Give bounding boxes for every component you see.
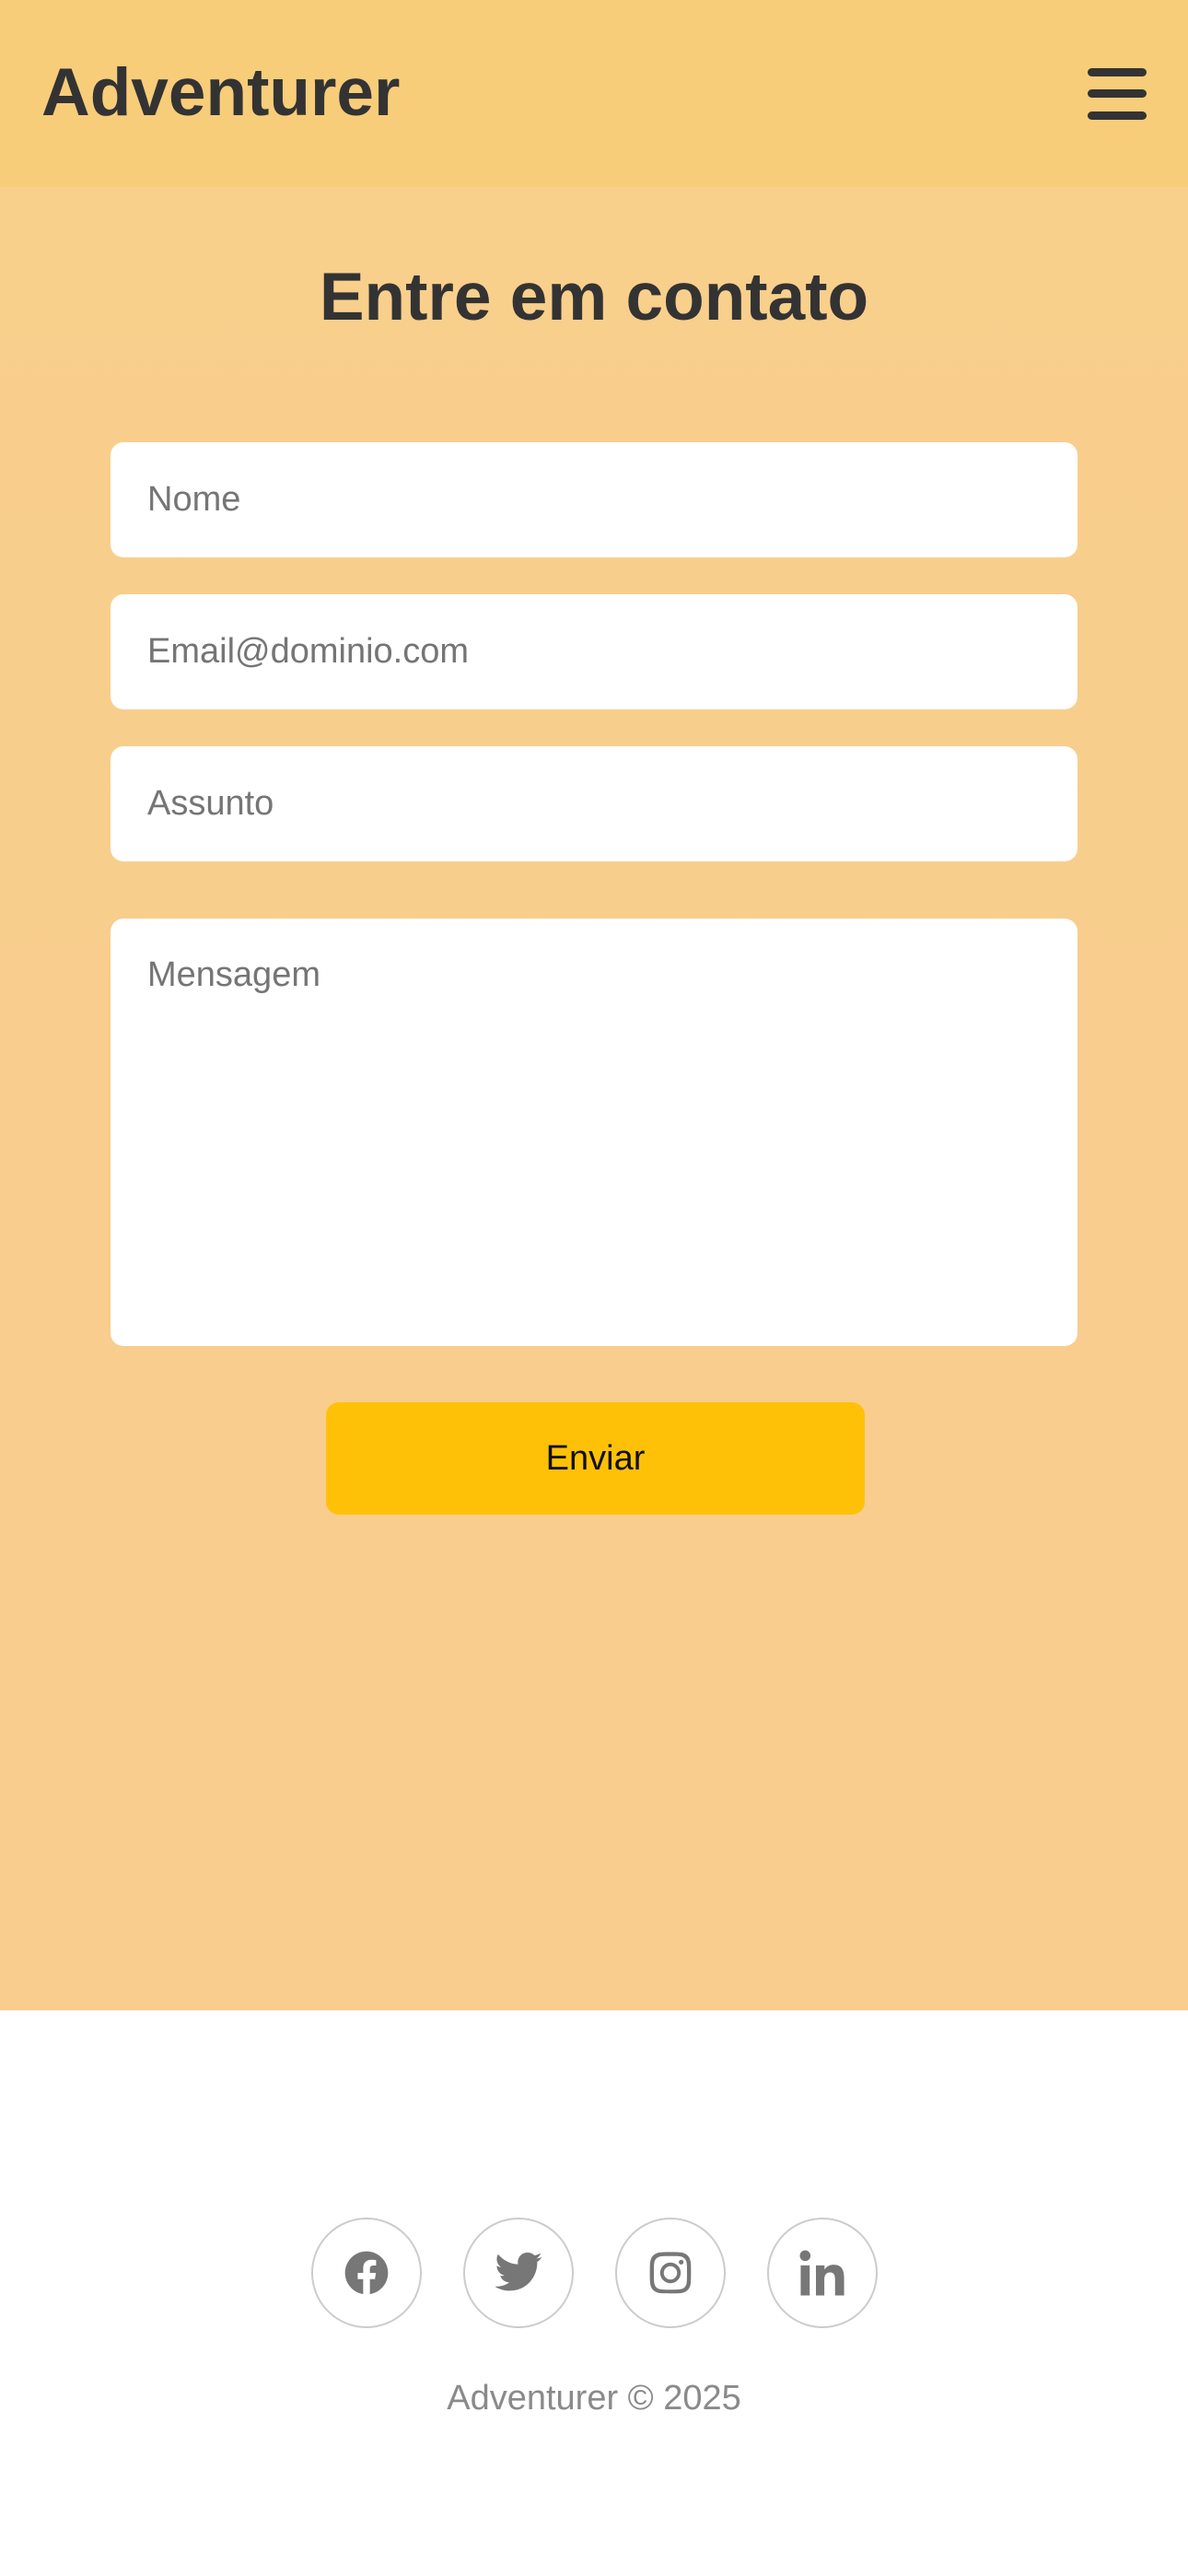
instagram-link[interactable] xyxy=(614,2218,726,2328)
menu-bar-top xyxy=(1088,67,1147,76)
facebook-icon xyxy=(344,2251,388,2295)
submit-button[interactable]: Enviar xyxy=(326,1402,865,1515)
email-field[interactable] xyxy=(111,594,1077,709)
twitter-link[interactable] xyxy=(462,2218,574,2328)
twitter-icon xyxy=(494,2252,542,2291)
contact-section: Entre em contato Enviar xyxy=(0,187,1188,2010)
linkedin-link[interactable] xyxy=(766,2218,878,2328)
site-header: Adventurer xyxy=(0,0,1188,187)
linkedin-icon xyxy=(799,2250,844,2296)
site-footer: Adventurer © 2025 xyxy=(0,2010,1188,2576)
facebook-link[interactable] xyxy=(310,2218,422,2328)
social-links xyxy=(0,2218,1188,2328)
instagram-icon xyxy=(649,2252,691,2294)
copyright-text: Adventurer © 2025 xyxy=(447,2379,741,2418)
hamburger-menu-icon[interactable] xyxy=(1088,67,1147,120)
name-field[interactable] xyxy=(111,442,1077,557)
menu-bar-middle xyxy=(1088,89,1147,98)
subject-field[interactable] xyxy=(111,746,1077,861)
page-title: Entre em contato xyxy=(319,260,869,334)
brand-logo[interactable]: Adventurer xyxy=(41,54,400,131)
message-field[interactable] xyxy=(111,919,1077,1346)
menu-bar-bottom xyxy=(1088,111,1147,120)
